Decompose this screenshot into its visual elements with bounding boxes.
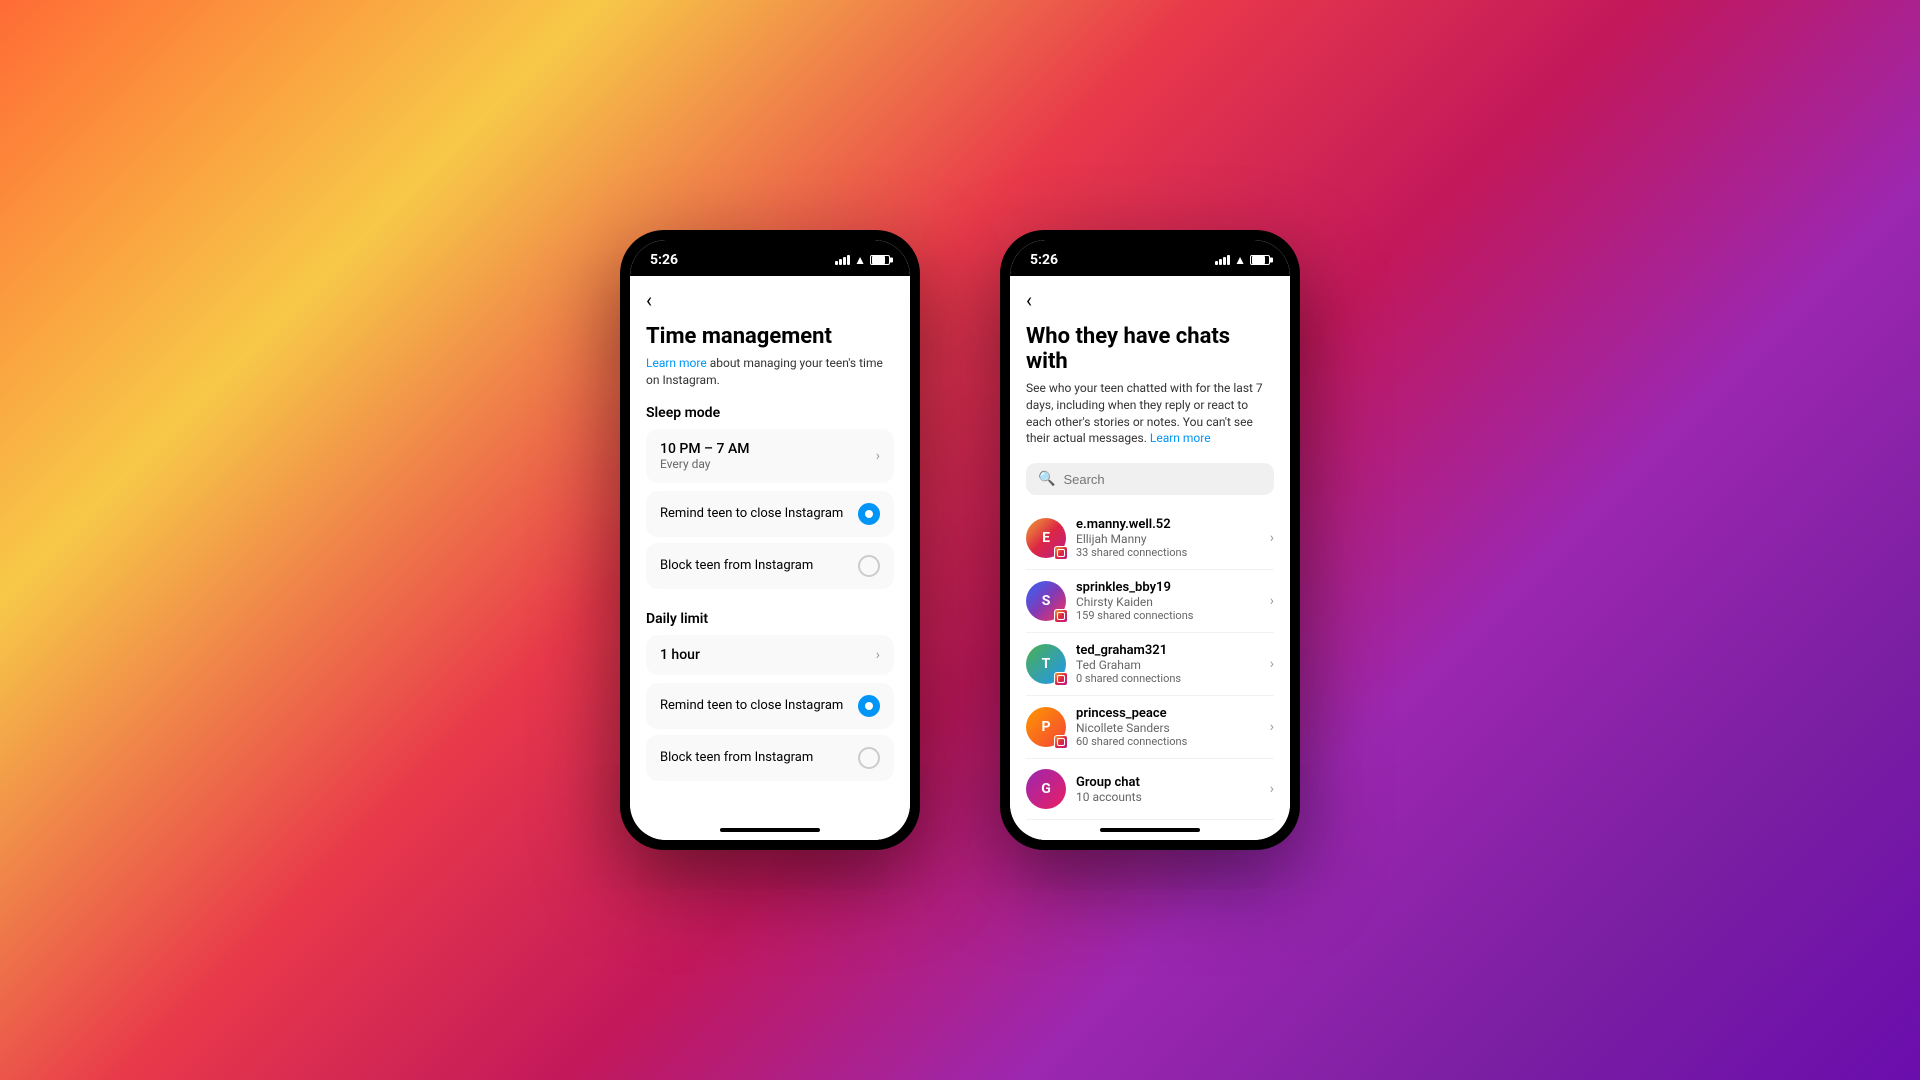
sleep-block-option[interactable]: Block teen from Instagram	[646, 543, 894, 589]
right-page-title: Who they have chats with	[1026, 324, 1274, 374]
avatar: S	[1026, 581, 1066, 621]
list-item[interactable]: G Group chat 10 accounts ›	[1026, 759, 1274, 820]
list-item[interactable]: P princess_peace Nicollete Sanders 60 sh…	[1026, 696, 1274, 759]
avatar: E	[1026, 518, 1066, 558]
contacts-list: E e.manny.well.52 Ellijah Manny 33 share…	[1026, 507, 1274, 820]
search-input[interactable]	[1063, 472, 1262, 487]
right-status-icons: ▲	[1215, 253, 1270, 267]
right-signal-icon	[1215, 255, 1230, 265]
avatar: P	[1026, 707, 1066, 747]
sleep-mode-schedule[interactable]: 10 PM – 7 AM Every day ›	[646, 429, 894, 483]
sleep-schedule-chevron: ›	[876, 448, 880, 464]
daily-block-radio[interactable]	[858, 747, 880, 769]
daily-block-option[interactable]: Block teen from Instagram	[646, 735, 894, 781]
left-phone-screen: 5:26 ▲ ‹ Time management	[630, 240, 910, 840]
contact-username: Group chat	[1076, 775, 1260, 790]
contact-realname: Chirsty Kaiden	[1076, 595, 1260, 609]
avatar: T	[1026, 644, 1066, 684]
contact-chevron: ›	[1270, 593, 1274, 609]
right-home-indicator	[1010, 820, 1290, 840]
right-wifi-icon: ▲	[1234, 253, 1246, 267]
battery-icon	[870, 255, 890, 265]
instagram-badge-icon	[1054, 672, 1068, 686]
right-learn-more-link[interactable]: Learn more	[1150, 431, 1211, 445]
contact-username: princess_peace	[1076, 706, 1260, 721]
right-screen-content: ‹ Who they have chats with See who your …	[1010, 276, 1290, 840]
daily-remind-label: Remind teen to close Instagram	[660, 698, 843, 713]
daily-duration-label: 1 hour	[660, 647, 700, 663]
right-phone-screen: 5:26 ▲ ‹ Who they have c	[1010, 240, 1290, 840]
avatar: G	[1026, 769, 1066, 809]
left-nav-bar: ‹	[630, 276, 910, 316]
list-item[interactable]: S sprinkles_bby19 Chirsty Kaiden 159 sha…	[1026, 570, 1274, 633]
contact-connections: 60 shared connections	[1076, 735, 1260, 748]
contact-chevron: ›	[1270, 530, 1274, 546]
left-status-time: 5:26	[650, 252, 678, 268]
left-content-area: Time management Learn more about managin…	[630, 316, 910, 820]
left-status-bar: 5:26 ▲	[630, 240, 910, 276]
sleep-schedule-time: 10 PM – 7 AM	[660, 441, 749, 457]
daily-duration-chevron: ›	[876, 647, 880, 663]
left-home-indicator	[630, 820, 910, 840]
contact-connections: 159 shared connections	[1076, 609, 1260, 622]
left-subtitle: Learn more about managing your teen's ti…	[646, 355, 894, 389]
right-phone: 5:26 ▲ ‹ Who they have c	[1000, 230, 1300, 850]
left-learn-more-link[interactable]: Learn more	[646, 356, 707, 370]
right-subtitle-text: See who your teen chatted with for the l…	[1026, 381, 1263, 445]
right-nav-bar: ‹	[1010, 276, 1290, 316]
contact-username: e.manny.well.52	[1076, 517, 1260, 532]
sleep-block-radio[interactable]	[858, 555, 880, 577]
contact-chevron: ›	[1270, 656, 1274, 672]
contact-username: sprinkles_bby19	[1076, 580, 1260, 595]
contact-connections: 0 shared connections	[1076, 672, 1260, 685]
right-subtitle: See who your teen chatted with for the l…	[1026, 380, 1274, 447]
daily-remind-radio[interactable]	[858, 695, 880, 717]
list-item[interactable]: T ted_graham321 Ted Graham 0 shared conn…	[1026, 633, 1274, 696]
right-status-time: 5:26	[1030, 252, 1058, 268]
instagram-badge-icon	[1054, 609, 1068, 623]
wifi-icon: ▲	[854, 253, 866, 267]
sleep-remind-option[interactable]: Remind teen to close Instagram	[646, 491, 894, 537]
contact-connections: 33 shared connections	[1076, 546, 1260, 559]
contact-chevron: ›	[1270, 719, 1274, 735]
daily-remind-option[interactable]: Remind teen to close Instagram	[646, 683, 894, 729]
signal-icon	[835, 255, 850, 265]
left-back-button[interactable]: ‹	[646, 288, 652, 312]
search-icon: 🔍	[1038, 471, 1055, 487]
right-back-button[interactable]: ‹	[1026, 288, 1032, 312]
contact-realname: Ted Graham	[1076, 658, 1260, 672]
daily-limit-duration[interactable]: 1 hour ›	[646, 635, 894, 675]
contact-realname: Ellijah Manny	[1076, 532, 1260, 546]
contact-realname: Nicollete Sanders	[1076, 721, 1260, 735]
contact-username: ted_graham321	[1076, 643, 1260, 658]
left-phone: 5:26 ▲ ‹ Time management	[620, 230, 920, 850]
contact-chevron: ›	[1270, 781, 1274, 797]
daily-block-label: Block teen from Instagram	[660, 750, 813, 765]
instagram-badge-icon	[1054, 735, 1068, 749]
list-item[interactable]: E e.manny.well.52 Ellijah Manny 33 share…	[1026, 507, 1274, 570]
sleep-block-label: Block teen from Instagram	[660, 558, 813, 573]
sleep-remind-radio[interactable]	[858, 503, 880, 525]
left-status-icons: ▲	[835, 253, 890, 267]
right-battery-icon	[1250, 255, 1270, 265]
left-screen-content: ‹ Time management Learn more about manag…	[630, 276, 910, 840]
sleep-schedule-freq: Every day	[660, 457, 749, 471]
right-status-bar: 5:26 ▲	[1010, 240, 1290, 276]
right-content-area: Who they have chats with See who your te…	[1010, 316, 1290, 820]
sleep-mode-heading: Sleep mode	[646, 405, 894, 421]
contact-realname: 10 accounts	[1076, 790, 1260, 804]
daily-limit-heading: Daily limit	[646, 611, 894, 627]
left-page-title: Time management	[646, 324, 894, 349]
search-bar[interactable]: 🔍	[1026, 463, 1274, 495]
sleep-remind-label: Remind teen to close Instagram	[660, 506, 843, 521]
instagram-badge-icon	[1054, 546, 1068, 560]
